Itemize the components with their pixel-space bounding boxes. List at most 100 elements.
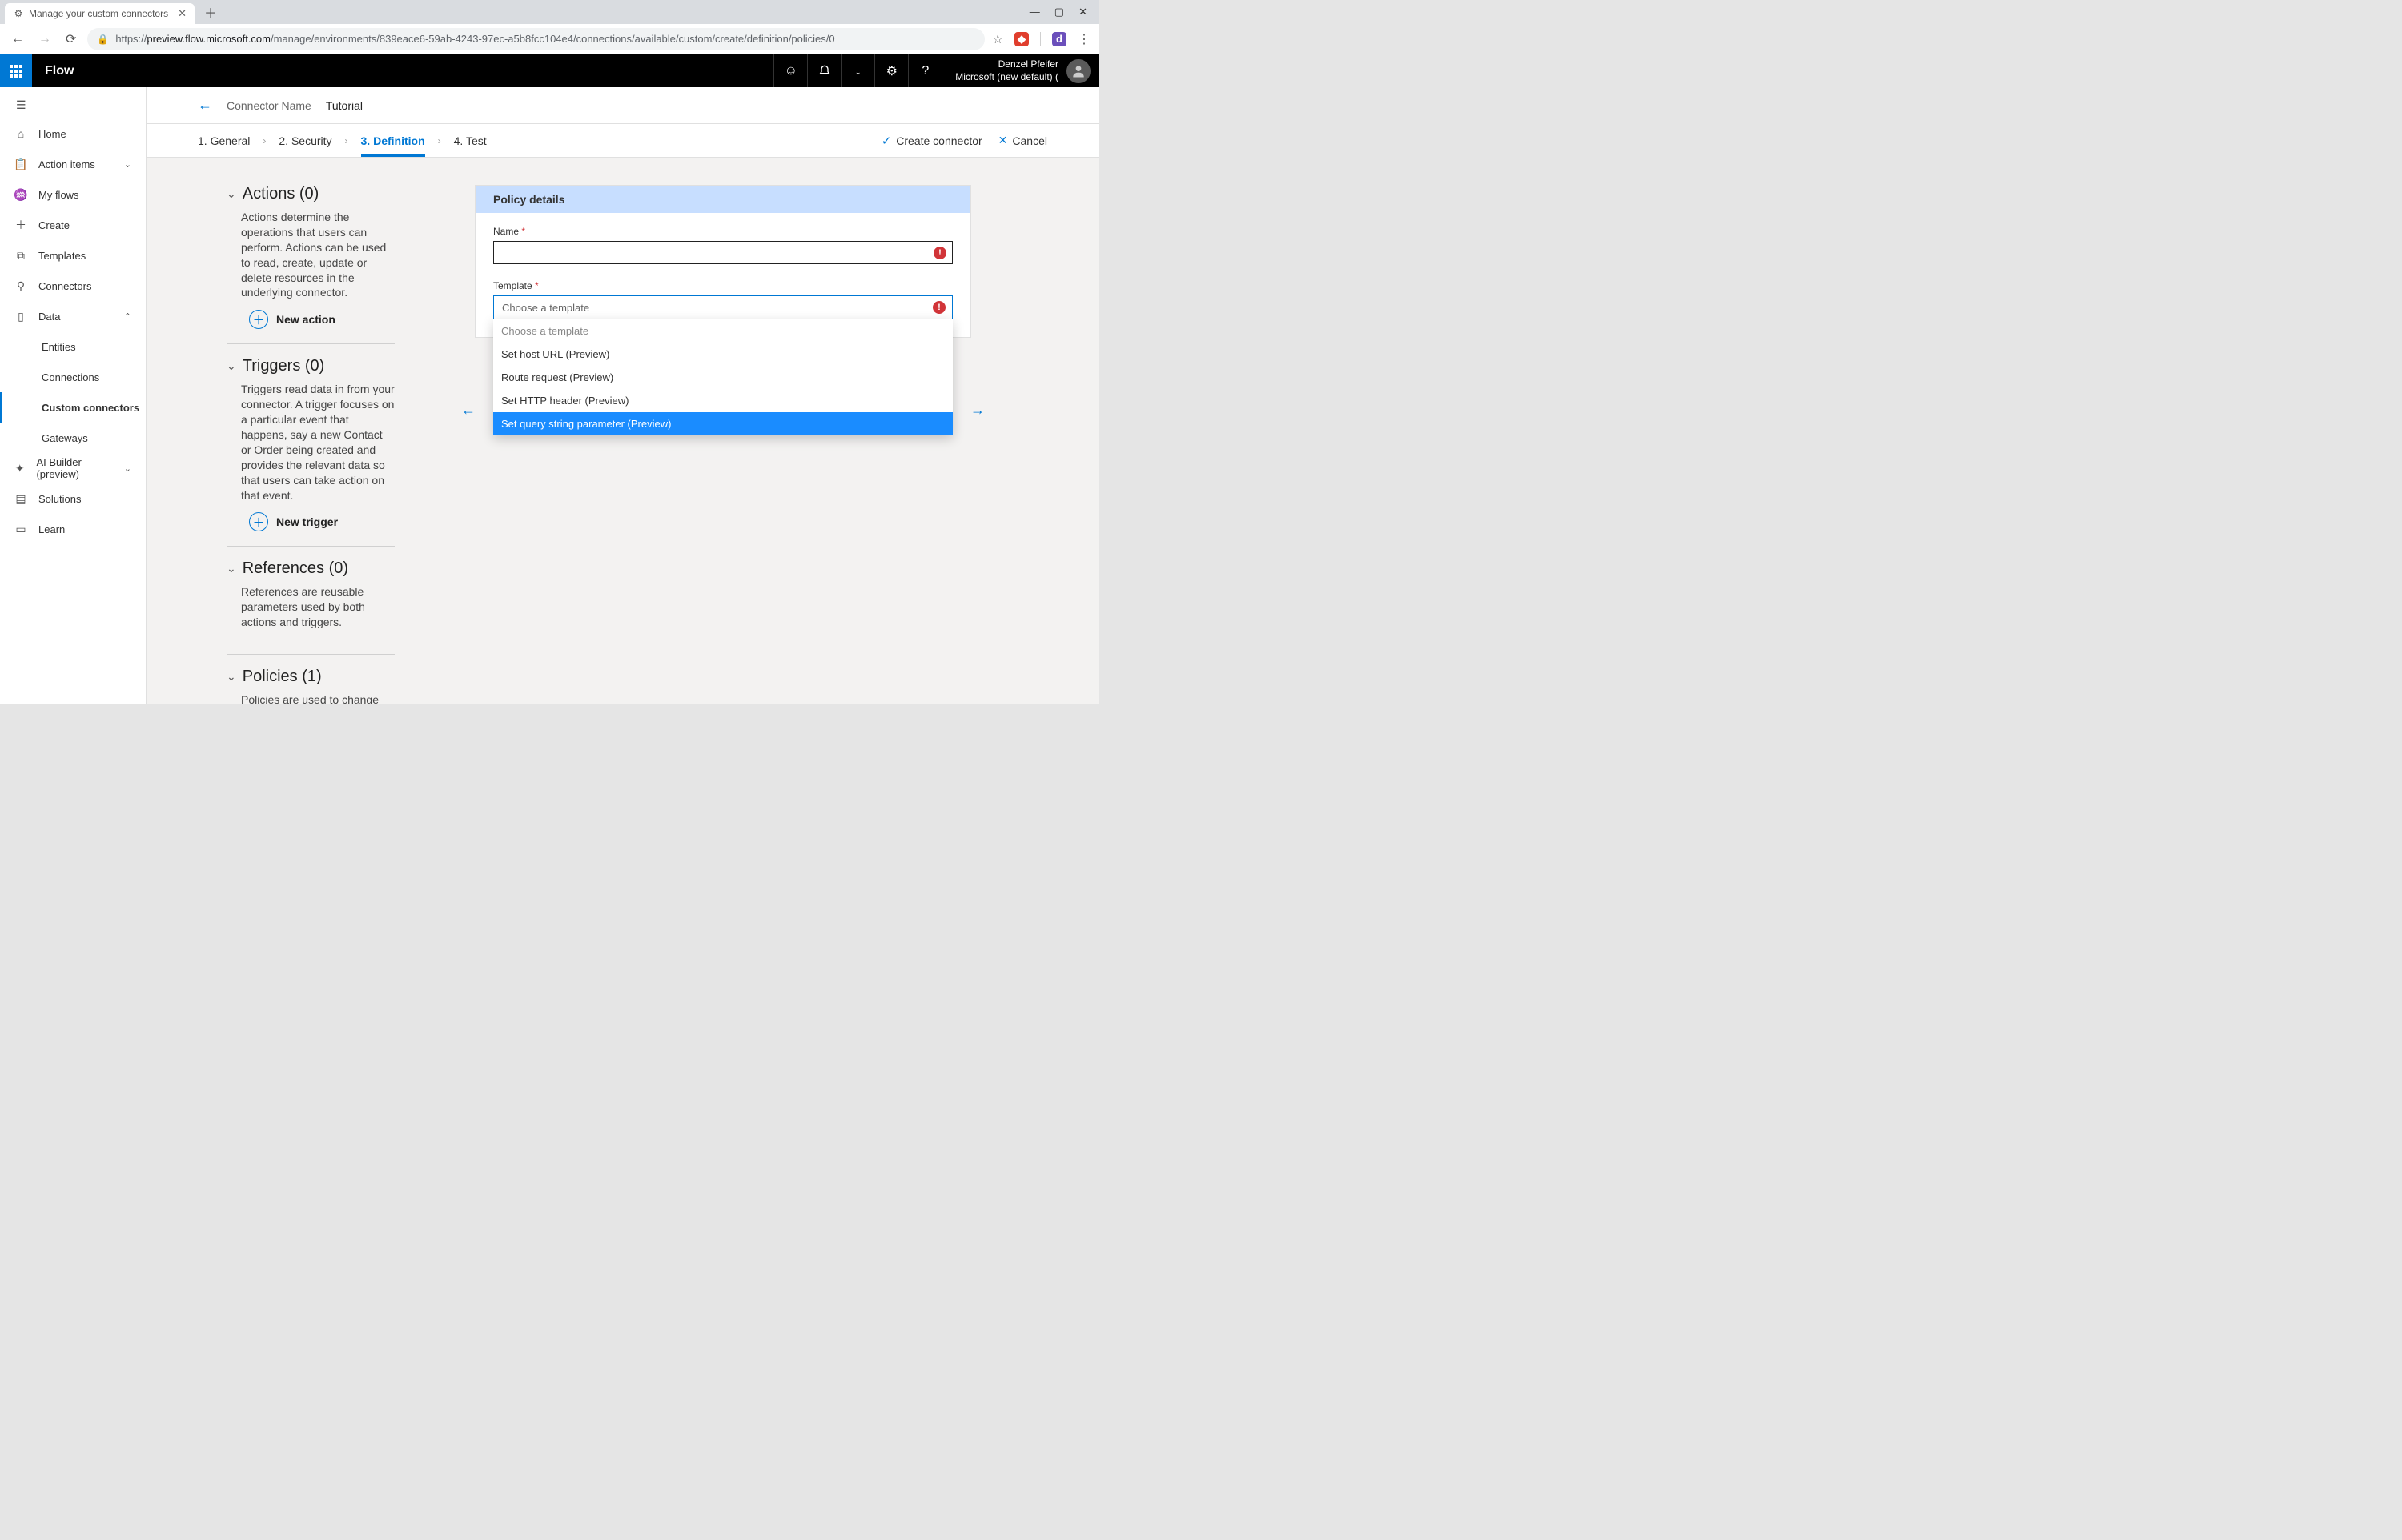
- lock-icon: 🔒: [97, 34, 109, 45]
- chevron-down-icon: ⌄: [124, 159, 131, 170]
- connector-name-value: Tutorial: [326, 99, 363, 112]
- chevron-down-icon: ⌄: [227, 187, 236, 201]
- browser-menu-icon[interactable]: ⋮: [1078, 31, 1091, 47]
- flow-icon: ♒: [14, 188, 27, 202]
- home-icon: ⌂: [14, 127, 27, 140]
- sidebar-item-connectors[interactable]: ⚲Connectors: [0, 271, 146, 301]
- panel-prev-icon[interactable]: ←: [461, 402, 476, 419]
- chevron-right-icon: ›: [345, 135, 348, 146]
- step-definition[interactable]: 3. Definition: [361, 134, 425, 147]
- actions-description: Actions determine the operations that us…: [241, 210, 395, 300]
- step-security[interactable]: 2. Security: [279, 134, 331, 147]
- user-menu[interactable]: Denzel Pfeifer Microsoft (new default) (: [942, 54, 1099, 87]
- back-button[interactable]: ←: [198, 97, 212, 114]
- template-label: Template *: [493, 280, 953, 291]
- references-toggle[interactable]: ⌄ References (0): [227, 559, 395, 578]
- address-bar[interactable]: 🔒 https://preview.flow.microsoft.com/man…: [87, 28, 984, 50]
- references-title: References (0): [243, 559, 348, 578]
- app-name[interactable]: Flow: [45, 64, 74, 78]
- triggers-title: Triggers (0): [243, 357, 325, 375]
- menu-toggle-icon[interactable]: ☰: [0, 92, 146, 118]
- close-icon: ✕: [998, 134, 1008, 147]
- policy-name-input[interactable]: [493, 241, 953, 264]
- help-icon[interactable]: ?: [908, 54, 942, 87]
- book-icon: ▭: [14, 523, 27, 536]
- connector-name-label: Connector Name: [227, 99, 311, 112]
- policies-description: Policies are used to change the behavior…: [241, 692, 395, 704]
- sidebar-item-gateways[interactable]: Gateways: [0, 423, 146, 453]
- templates-icon: ⧉: [14, 249, 27, 263]
- back-icon[interactable]: ←: [8, 29, 27, 50]
- policies-toggle[interactable]: ⌄Policies (1): [227, 668, 395, 686]
- actions-title: Actions (0): [243, 185, 319, 203]
- new-trigger-button[interactable]: ＋New trigger: [249, 512, 395, 531]
- plus-circle-icon: ＋: [249, 512, 268, 531]
- step-test[interactable]: 4. Test: [454, 134, 487, 147]
- clipboard-icon: 📋: [14, 158, 27, 171]
- create-connector-button[interactable]: ✓Create connector: [882, 134, 982, 148]
- data-icon: ▯: [14, 310, 27, 323]
- forward-icon: →: [35, 29, 54, 50]
- triggers-description: Triggers read data in from your connecto…: [241, 382, 395, 503]
- app-launcher-icon[interactable]: [0, 54, 32, 87]
- sidebar-item-solutions[interactable]: ▤Solutions: [0, 483, 146, 514]
- policy-panel-header: Policy details: [476, 186, 970, 213]
- sidebar-item-create[interactable]: ＋Create: [0, 210, 146, 240]
- maximize-icon[interactable]: ▢: [1054, 6, 1064, 18]
- connector-icon: ⚲: [14, 279, 27, 293]
- sidebar-item-action-items[interactable]: 📋Action items⌄: [0, 149, 146, 179]
- avatar: [1066, 59, 1091, 83]
- favicon-icon: ⚙: [13, 8, 24, 19]
- template-option[interactable]: Choose a template: [493, 319, 953, 343]
- close-tab-icon[interactable]: ✕: [178, 7, 187, 20]
- sidebar-item-connections[interactable]: Connections: [0, 362, 146, 392]
- name-label: Name *: [493, 226, 953, 237]
- step-general[interactable]: 1. General: [198, 134, 250, 147]
- solutions-icon: ▤: [14, 492, 27, 506]
- template-dropdown-list: Choose a template Set host URL (Preview)…: [493, 319, 953, 435]
- plus-circle-icon: ＋: [249, 310, 268, 329]
- extension-icon-1[interactable]: ◆: [1014, 32, 1029, 46]
- cancel-button[interactable]: ✕Cancel: [998, 134, 1047, 147]
- sidebar-item-ai-builder[interactable]: ✦AI Builder (preview)⌄: [0, 453, 146, 483]
- user-name: Denzel Pfeifer: [955, 58, 1058, 71]
- new-tab-button[interactable]: ＋: [198, 2, 223, 22]
- reload-icon[interactable]: ⟳: [62, 28, 79, 50]
- feedback-icon[interactable]: ☺: [773, 54, 807, 87]
- tab-title: Manage your custom connectors: [29, 8, 168, 19]
- minimize-icon[interactable]: —: [1030, 6, 1040, 18]
- new-action-button[interactable]: ＋New action: [249, 310, 395, 329]
- settings-icon[interactable]: ⚙: [874, 54, 908, 87]
- chevron-right-icon: ›: [438, 135, 441, 146]
- template-option[interactable]: Set HTTP header (Preview): [493, 389, 953, 412]
- url-text: https://preview.flow.microsoft.com/manag…: [115, 33, 974, 45]
- panel-next-icon[interactable]: →: [970, 402, 985, 419]
- triggers-toggle[interactable]: ⌄Triggers (0): [227, 357, 395, 375]
- template-selected: Choose a template: [502, 302, 589, 314]
- ai-icon: ✦: [14, 462, 25, 475]
- browser-tab[interactable]: ⚙ Manage your custom connectors ✕: [5, 3, 195, 24]
- sidebar-item-home[interactable]: ⌂Home: [0, 118, 146, 149]
- profile-icon[interactable]: d: [1052, 32, 1066, 46]
- check-icon: ✓: [882, 134, 892, 148]
- template-option[interactable]: Set query string parameter (Preview): [493, 412, 953, 435]
- sidebar-item-data[interactable]: ▯Data⌃: [0, 301, 146, 331]
- sidebar-item-custom-connectors[interactable]: Custom connectors: [0, 392, 146, 423]
- sidebar-item-learn[interactable]: ▭Learn: [0, 514, 146, 544]
- download-icon[interactable]: ↓: [841, 54, 874, 87]
- sidebar: ☰ ⌂Home 📋Action items⌄ ♒My flows ＋Create…: [0, 87, 147, 704]
- actions-toggle[interactable]: ⌄ Actions (0): [227, 185, 395, 203]
- close-window-icon[interactable]: ✕: [1078, 6, 1087, 18]
- template-dropdown[interactable]: Choose a template ! Choose a template Se…: [493, 295, 953, 319]
- sidebar-item-templates[interactable]: ⧉Templates: [0, 240, 146, 271]
- policy-panel: ← → Policy details Name * ! Template *: [475, 185, 971, 338]
- sidebar-item-entities[interactable]: Entities: [0, 331, 146, 362]
- template-option[interactable]: Route request (Preview): [493, 366, 953, 389]
- bookmark-icon[interactable]: ☆: [993, 32, 1003, 46]
- sidebar-item-my-flows[interactable]: ♒My flows: [0, 179, 146, 210]
- template-option[interactable]: Set host URL (Preview): [493, 343, 953, 366]
- chevron-down-icon: ⌄: [227, 562, 236, 575]
- notifications-icon[interactable]: [807, 54, 841, 87]
- error-icon: !: [934, 247, 946, 259]
- chevron-right-icon: ›: [263, 135, 266, 146]
